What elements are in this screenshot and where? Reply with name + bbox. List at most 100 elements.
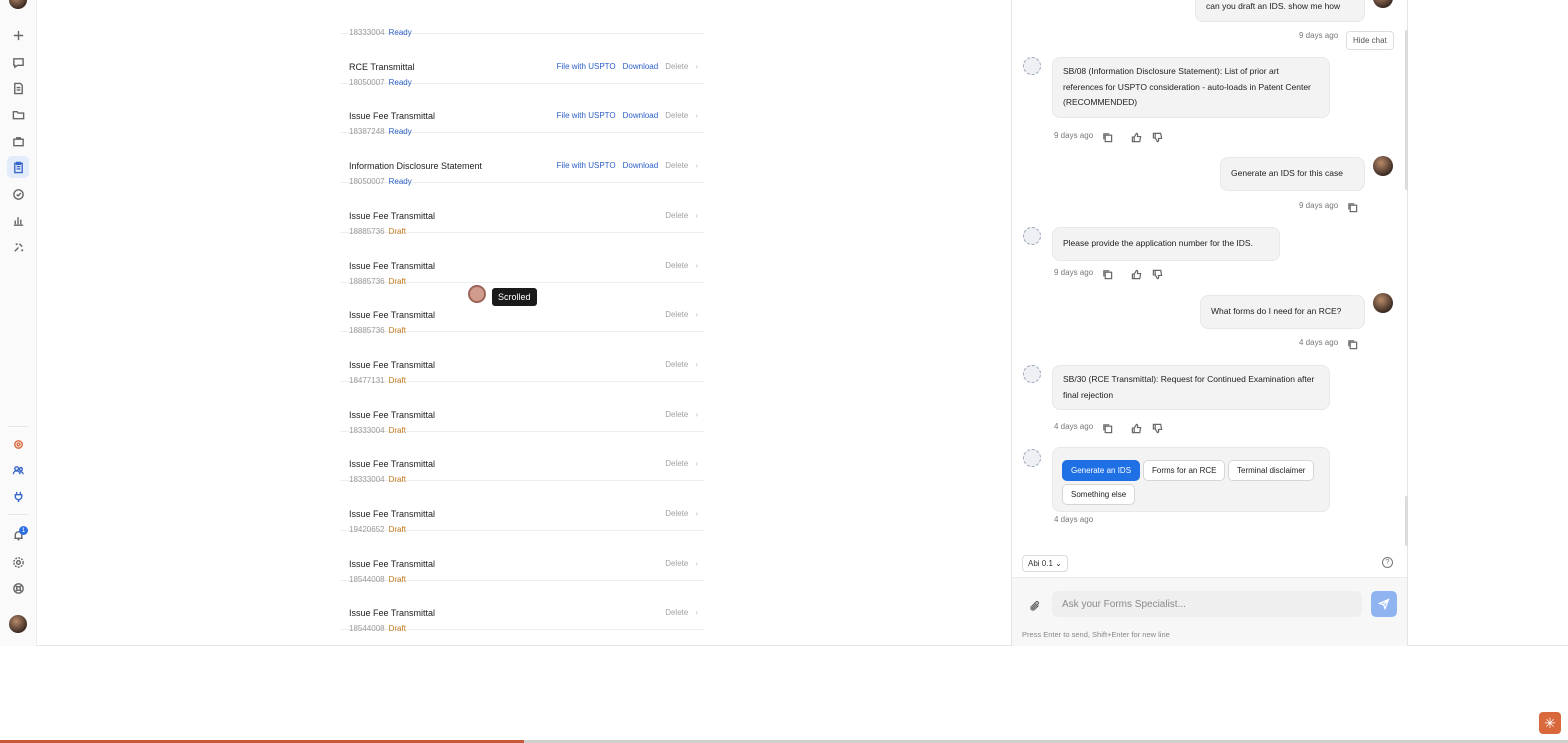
chevron-right-icon[interactable]: › xyxy=(695,62,698,71)
settings-gear-icon[interactable] xyxy=(7,551,29,573)
chevron-right-icon[interactable]: › xyxy=(695,559,698,568)
help-icon[interactable]: ? xyxy=(1382,557,1393,568)
row-actions: Delete › xyxy=(665,211,698,220)
chevron-right-icon[interactable]: › xyxy=(695,608,698,617)
composer-hint: Press Enter to send, Shift+Enter for new… xyxy=(1022,630,1170,639)
team-icon[interactable] xyxy=(7,459,29,481)
copy-icon[interactable] xyxy=(1102,267,1113,280)
integration-icon[interactable] xyxy=(7,433,29,455)
form-title: Issue Fee Transmittal xyxy=(349,558,436,569)
chat-scrollbar-thumb[interactable] xyxy=(1405,30,1408,190)
file-with-uspto-link[interactable]: File with USPTO xyxy=(557,161,616,170)
chevron-right-icon[interactable]: › xyxy=(695,310,698,319)
thumbs-down-icon[interactable] xyxy=(1152,421,1163,434)
copy-icon[interactable] xyxy=(1102,421,1113,434)
chevron-right-icon[interactable]: › xyxy=(695,261,698,270)
delete-link[interactable]: Delete xyxy=(665,62,688,71)
chevron-right-icon[interactable]: › xyxy=(695,161,698,170)
form-row[interactable]: Issue Fee Transmittal 18333004 Draft Delete… xyxy=(340,382,704,435)
form-row[interactable]: Issue Fee Transmittal 18387248 Ready File w… xyxy=(340,83,704,136)
user-message: can you draft an IDS. show me how xyxy=(1195,0,1365,22)
thumbs-up-icon[interactable] xyxy=(1131,421,1142,434)
file-with-uspto-link[interactable]: File with USPTO xyxy=(557,62,616,71)
download-link[interactable]: Download xyxy=(623,161,659,170)
model-selector[interactable]: Abi 0.1 ⌄ xyxy=(1022,555,1068,572)
delete-link[interactable]: Delete xyxy=(665,211,688,220)
delete-link[interactable]: Delete xyxy=(665,559,688,568)
file-with-uspto-link[interactable]: File with USPTO xyxy=(557,111,616,120)
chevron-right-icon[interactable]: › xyxy=(695,410,698,419)
new-icon[interactable] xyxy=(7,24,29,46)
message-timestamp: 9 days ago xyxy=(1054,131,1094,140)
form-title: Issue Fee Transmittal xyxy=(349,210,436,221)
form-row[interactable]: Issue Fee Transmittal 18544008 Draft Delete… xyxy=(340,580,704,633)
form-row[interactable]: Issue Fee Transmittal 18477131 Draft Delete… xyxy=(340,332,704,385)
form-row[interactable]: Information Disclosure Statement 18050007… xyxy=(340,133,704,186)
message-timestamp: 9 days ago xyxy=(1299,31,1339,40)
user-avatar xyxy=(1373,293,1393,313)
thumbs-down-icon[interactable] xyxy=(1152,130,1163,143)
chevron-right-icon[interactable]: › xyxy=(695,211,698,220)
analytics-icon[interactable] xyxy=(7,209,29,231)
thumbs-up-icon[interactable] xyxy=(1131,267,1142,280)
folder-icon[interactable] xyxy=(7,103,29,125)
delete-link[interactable]: Delete xyxy=(665,509,688,518)
thumbs-up-icon[interactable] xyxy=(1131,130,1142,143)
chat-scrollbar-thumb[interactable] xyxy=(1405,496,1408,546)
user-avatar[interactable] xyxy=(9,615,27,633)
copy-icon[interactable] xyxy=(1347,337,1358,350)
form-row[interactable]: 18333004 Ready xyxy=(340,0,704,37)
copy-icon[interactable] xyxy=(1347,200,1358,213)
paperclip-icon[interactable] xyxy=(1029,599,1041,617)
forms-clipboard-icon[interactable] xyxy=(7,156,29,178)
form-row[interactable]: Issue Fee Transmittal 18885736 Draft Delete… xyxy=(340,183,704,236)
delete-link[interactable]: Delete xyxy=(665,261,688,270)
row-actions: Delete › xyxy=(665,410,698,419)
chip-something-else[interactable]: Something else xyxy=(1062,484,1136,505)
download-link[interactable]: Download xyxy=(623,111,659,120)
delete-link[interactable]: Delete xyxy=(665,161,688,170)
delete-link[interactable]: Delete xyxy=(665,459,688,468)
chip-generate-ids[interactable]: Generate an IDS xyxy=(1062,460,1141,481)
form-row[interactable]: Issue Fee Transmittal 18333004 Draft Delete… xyxy=(340,431,704,484)
user-message: Generate an IDS for this case xyxy=(1220,157,1365,191)
chevron-right-icon[interactable]: › xyxy=(695,360,698,369)
delete-link[interactable]: Delete xyxy=(665,360,688,369)
tools-icon[interactable] xyxy=(7,236,29,258)
chevron-right-icon[interactable]: › xyxy=(695,111,698,120)
chat-input[interactable] xyxy=(1052,591,1362,617)
form-row[interactable]: RCE Transmittal 18050007 Ready File with US… xyxy=(340,34,704,87)
hide-chat-button[interactable]: Hide chat xyxy=(1346,31,1394,50)
assistant-launcher-icon[interactable]: ✳ xyxy=(1539,712,1561,734)
chevron-right-icon[interactable]: › xyxy=(695,509,698,518)
form-row[interactable]: Issue Fee Transmittal 19420652 Draft Delete… xyxy=(340,481,704,534)
form-row[interactable]: Issue Fee Transmittal 18544008 Draft Delete… xyxy=(340,531,704,584)
delete-link[interactable]: Delete xyxy=(665,608,688,617)
delete-link[interactable]: Delete xyxy=(665,111,688,120)
delete-link[interactable]: Delete xyxy=(665,310,688,319)
chevron-right-icon[interactable]: › xyxy=(695,459,698,468)
chat-icon[interactable] xyxy=(7,51,29,73)
chip-terminal-disclaimer[interactable]: Terminal disclaimer xyxy=(1228,460,1315,481)
check-circle-icon[interactable] xyxy=(7,183,29,205)
thumbs-down-icon[interactable] xyxy=(1152,267,1163,280)
form-title: Issue Fee Transmittal xyxy=(349,359,436,370)
document-icon[interactable] xyxy=(7,77,29,99)
delete-link[interactable]: Delete xyxy=(665,410,688,419)
message-timestamp: 4 days ago xyxy=(1299,338,1339,347)
copy-icon[interactable] xyxy=(1102,130,1113,143)
assistant-avatar xyxy=(1023,227,1041,245)
message-timestamp: 4 days ago xyxy=(1054,515,1094,524)
chip-forms-rce[interactable]: Forms for an RCE xyxy=(1143,460,1226,481)
form-row[interactable]: Issue Fee Transmittal 18885736 Draft Delete… xyxy=(340,233,704,286)
send-button[interactable] xyxy=(1371,591,1397,617)
help-lifebuoy-icon[interactable] xyxy=(7,577,29,599)
form-row[interactable]: Terminal Disclaimer - Pending Applicatio… xyxy=(340,630,704,646)
download-link[interactable]: Download xyxy=(623,62,659,71)
form-title: Issue Fee Transmittal xyxy=(349,459,436,470)
assistant-avatar xyxy=(1023,449,1041,467)
briefcase-icon[interactable] xyxy=(7,130,29,152)
message-timestamp: 9 days ago xyxy=(1054,268,1094,277)
plug-icon[interactable] xyxy=(7,485,29,507)
workspace-avatar[interactable] xyxy=(9,0,27,9)
